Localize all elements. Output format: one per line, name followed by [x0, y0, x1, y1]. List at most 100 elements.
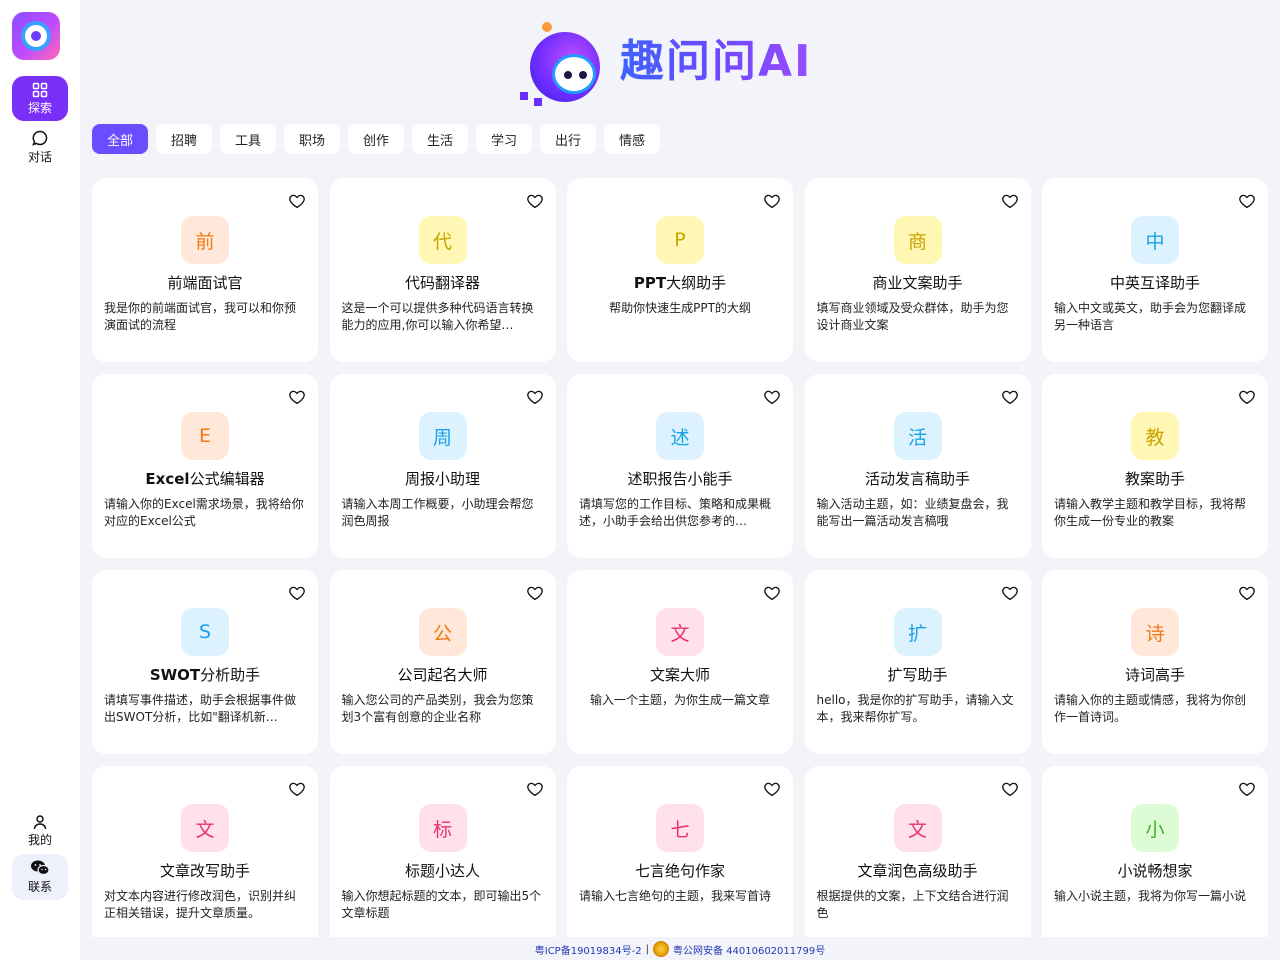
assistant-card[interactable]: 扩扩写助手 hello，我是你的扩写助手，请输入文本，我来帮你扩写。: [804, 570, 1031, 754]
card-badge: 教: [1131, 412, 1179, 460]
assistant-card[interactable]: 中中英互译助手 输入中文或英文，助手会为您翻译成另一种语言: [1042, 178, 1268, 362]
tab-0[interactable]: 全部: [92, 124, 148, 154]
assistant-card[interactable]: P PPT大纲助手 帮助你快速生成PPT的大纲: [567, 178, 793, 362]
card-description: 我是你的前端面试官，我可以和你预演面试的流程: [104, 301, 297, 332]
card-title: 诗词高手: [1124, 666, 1185, 684]
card-title: 七言绝句作家: [634, 862, 725, 880]
heart-icon[interactable]: [526, 192, 544, 210]
tab-2[interactable]: 工具: [220, 124, 276, 154]
assistant-card[interactable]: 公公司起名大师 输入您公司的产品类别，我会为您策划3个富有创意的企业名称: [329, 570, 556, 754]
footer-separator: |: [645, 943, 649, 955]
police-record-link[interactable]: 粤公网安备 44010602011799号: [673, 942, 825, 957]
assistant-card[interactable]: 前前端面试官 我是你的前端面试官，我可以和你预演面试的流程: [92, 178, 318, 362]
card-title: 公司起名大师: [397, 666, 488, 684]
assistant-card[interactable]: 文文章润色高级助手根据提供的文案，上下文结合进行润色: [804, 766, 1031, 950]
heart-icon[interactable]: [288, 388, 306, 406]
assistant-card[interactable]: E Excel公式编辑器 请输入你的Excel需求场景，我将给你对应的Excel公式: [92, 374, 318, 558]
heart-icon[interactable]: [526, 584, 544, 602]
card-description: 请输入本周工作概要，小助理会帮您润色周报: [341, 497, 534, 528]
card-badge: 公: [418, 608, 467, 656]
nav-mine[interactable]: 我的: [12, 810, 68, 852]
heart-icon[interactable]: [526, 388, 544, 406]
assistant-card[interactable]: 诗诗词高手 请输入你的主题或情感，我将为你创作一首诗词。: [1042, 570, 1268, 754]
card-description: 根据提供的文案，上下文结合进行润色: [816, 889, 1009, 920]
card-title: 活动发言稿助手: [864, 470, 970, 488]
card-title: 文案大师: [649, 666, 710, 684]
icp-link[interactable]: 粤ICP备19019834号-2: [535, 942, 642, 957]
card-title: 文章润色高级助手: [857, 862, 978, 880]
tab-6[interactable]: 学习: [476, 124, 532, 154]
tab-3[interactable]: 职场: [284, 124, 340, 154]
assistant-card[interactable]: 周周报小助理 请输入本周工作概要，小助理会帮您润色周报: [329, 374, 556, 558]
heart-icon[interactable]: [526, 780, 544, 798]
heart-icon[interactable]: [763, 780, 781, 798]
card-badge: P: [656, 216, 704, 264]
card-title: 标题小达人: [404, 862, 480, 880]
assistant-card[interactable]: 活活动发言稿助手输入活动主题，如：业绩复盘会，我能写出一篇活动发言稿哦: [804, 374, 1031, 558]
assistant-card[interactable]: 述述职报告小能手 请填写您的工作目标、策略和成果概述，小助手会给出供您参考的…: [567, 374, 793, 558]
heart-icon[interactable]: [1238, 584, 1256, 602]
heart-icon[interactable]: [1001, 192, 1019, 210]
card-title: 中英互译助手: [1109, 274, 1200, 292]
card-description: 请输入七言绝句的主题，我来写首诗: [579, 889, 772, 903]
card-title: 述职报告小能手: [627, 470, 733, 488]
card-description: 请输入你的Excel需求场景，我将给你对应的Excel公式: [104, 497, 304, 528]
nav-contact[interactable]: 联系: [12, 854, 68, 900]
brand-logo: 趣问问AI: [520, 20, 842, 106]
card-badge: 标: [418, 804, 467, 852]
card-badge: 文: [893, 804, 942, 852]
heart-icon[interactable]: [288, 584, 306, 602]
assistant-card[interactable]: 文文案大师 输入一个主题，为你生成一篇文章: [567, 570, 793, 754]
sidebar: 探索 对话 我的 联系: [0, 0, 80, 960]
nav-chat[interactable]: 对话: [12, 124, 68, 169]
card-title: SWOT分析助手: [104, 665, 306, 685]
card-title: 商业文案助手: [872, 274, 963, 292]
card-title: 小说畅想家: [1117, 862, 1193, 880]
tab-4[interactable]: 创作: [348, 124, 404, 154]
police-badge-icon: [652, 941, 669, 957]
card-description: 输入小说主题，我将为你写一篇小说: [1054, 889, 1247, 903]
tab-5[interactable]: 生活: [412, 124, 468, 154]
brand-name: 趣问问AI: [620, 22, 812, 102]
card-badge: 活: [893, 412, 942, 460]
assistant-card[interactable]: 商商业文案助手 填写商业领域及受众群体，助手为您设计商业文案: [804, 178, 1031, 362]
nav-explore-label: 探索: [27, 100, 52, 115]
app-logo-icon[interactable]: [12, 12, 60, 60]
card-badge: 述: [656, 412, 704, 460]
heart-icon[interactable]: [1001, 780, 1019, 798]
assistant-card[interactable]: 教教案助手 请输入教学主题和教学目标，我将帮你生成一份专业的教案: [1042, 374, 1268, 558]
heart-icon[interactable]: [1238, 388, 1256, 406]
card-title-bold: Excel: [145, 470, 190, 488]
heart-icon[interactable]: [1001, 584, 1019, 602]
heart-icon[interactable]: [288, 780, 306, 798]
assistant-card[interactable]: 小小说畅想家 输入小说主题，我将为你写一篇小说: [1042, 766, 1268, 950]
card-description: hello，我是你的扩写助手，请输入文本，我来帮你扩写。: [816, 693, 1014, 724]
card-description: 请输入教学主题和教学目标，我将帮你生成一份专业的教案: [1054, 497, 1247, 528]
assistant-card[interactable]: 代代码翻译器 这是一个可以提供多种代码语言转换能力的应用,你可以输入你希望…: [329, 178, 556, 362]
heart-icon[interactable]: [1238, 780, 1256, 798]
card-badge: 扩: [893, 608, 942, 656]
heart-icon[interactable]: [763, 192, 781, 210]
assistant-card[interactable]: 七七言绝句作家 请输入七言绝句的主题，我来写首诗: [567, 766, 793, 950]
assistant-card[interactable]: 文文章改写助手 对文本内容进行修改润色，识别并纠正相关错误，提升文章质量。: [92, 766, 318, 950]
category-tabs: 全部 招聘 工具 职场 创作 生活 学习 出行 情感: [92, 124, 660, 154]
heart-icon[interactable]: [1238, 192, 1256, 210]
assistant-card[interactable]: S SWOT分析助手 请填写事件描述，助手会根据事件做出SWOT分析，比如"翻译机新…: [92, 570, 318, 754]
assistant-grid: 前前端面试官 我是你的前端面试官，我可以和你预演面试的流程代代码翻译器 这是一个可以…: [92, 178, 1268, 950]
card-badge: S: [181, 608, 229, 656]
heart-icon[interactable]: [763, 388, 781, 406]
heart-icon[interactable]: [763, 584, 781, 602]
footer: 粤ICP备19019834号-2 | 粤公网安备 44010602011799号: [80, 938, 1280, 960]
card-badge: 代: [418, 216, 467, 264]
card-title: 代码翻译器: [404, 274, 480, 292]
tab-7[interactable]: 出行: [540, 124, 596, 154]
heart-icon[interactable]: [1001, 388, 1019, 406]
heart-icon[interactable]: [288, 192, 306, 210]
nav-explore[interactable]: 探索: [12, 76, 68, 121]
tab-8[interactable]: 情感: [604, 124, 660, 154]
card-title-bold: SWOT: [149, 666, 201, 684]
card-description: 输入活动主题，如：业绩复盘会，我能写出一篇活动发言稿哦: [816, 497, 1009, 528]
tab-1[interactable]: 招聘: [156, 124, 212, 154]
card-title: 前端面试官: [167, 274, 243, 292]
assistant-card[interactable]: 标标题小达人 输入你想起标题的文本，即可输出5个文章标题: [329, 766, 556, 950]
